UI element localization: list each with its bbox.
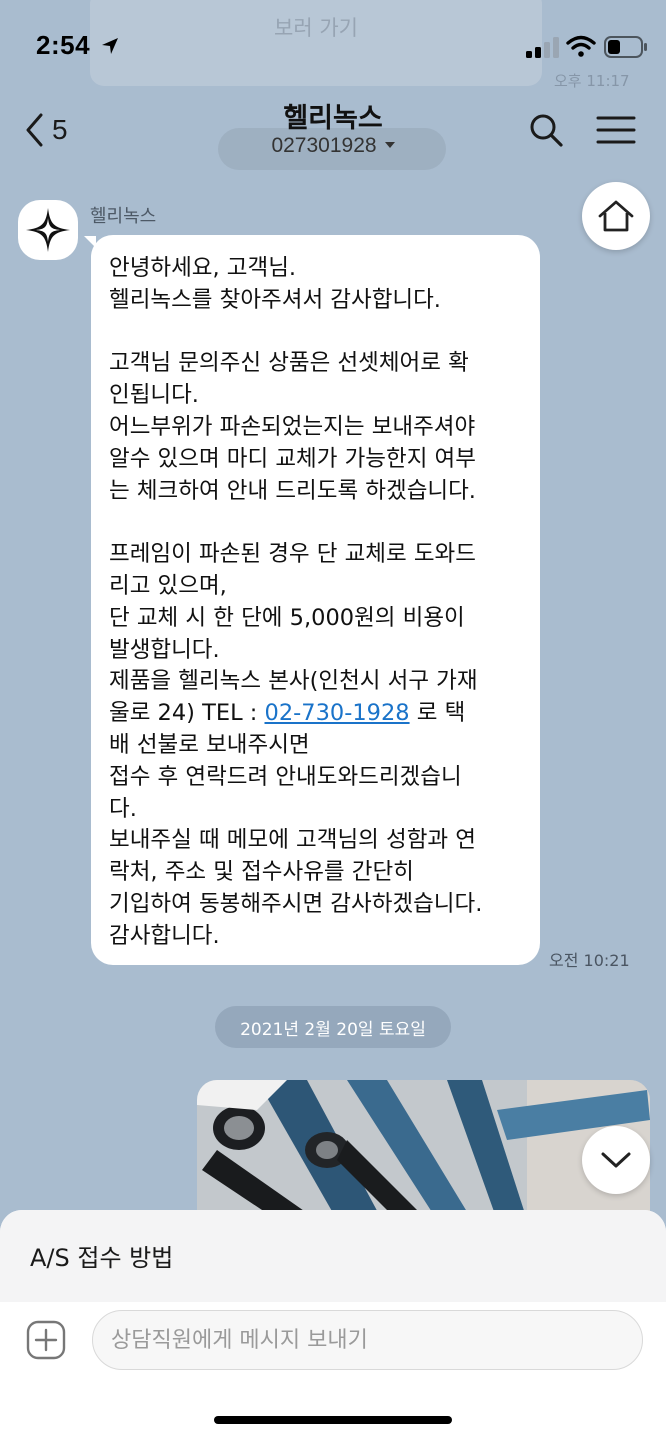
channel-id: 027301928 (271, 134, 377, 157)
message-line: 단 교체 시 한 단에 5,000원의 비용이 (109, 604, 465, 631)
menu-icon[interactable] (596, 112, 636, 148)
battery-icon (604, 36, 647, 58)
message-line: 발생합니다. (109, 636, 220, 663)
home-indicator (214, 1416, 452, 1424)
message-line: 감사합니다. (109, 922, 220, 949)
message-line: 알수 있으며 마디 교체가 가능한지 여부 (109, 445, 476, 472)
message-line: 배 선불로 보내주시면 (109, 731, 310, 758)
home-button[interactable] (582, 182, 650, 250)
address-prefix: 울로 24) TEL : (109, 700, 265, 727)
message-line: 보내주실 때 메모에 고객님의 성함과 연 (109, 827, 476, 854)
message-line: 프레임이 파손된 경우 단 교체로 도와드 (109, 541, 476, 568)
message-line: 는 체크하여 안내 드리도록 하겠습니다. (109, 477, 476, 504)
message-line: 고객님 문의주신 상품은 선셋체어로 확 (109, 350, 469, 377)
message-input[interactable] (92, 1310, 643, 1370)
home-icon (598, 200, 634, 232)
message-timestamp: 오전 10:21 (549, 951, 630, 970)
scroll-down-button[interactable] (582, 1126, 650, 1194)
wifi-icon (566, 35, 596, 57)
message-line: 리고 있으며, (109, 572, 227, 599)
chat-header: 5 헬리녹스 027301928 (0, 88, 666, 178)
date-divider: 2021년 2월 20일 토요일 (215, 1006, 451, 1048)
message-line: 어느부위가 파손되었는지는 보내주셔야 (109, 413, 476, 440)
message-line: 안녕하세요, 고객님. (109, 255, 297, 281)
location-arrow-icon (102, 38, 118, 54)
bottom-panel: A/S 접수 방법 (0, 1210, 666, 1440)
chat-title: 헬리녹스 (283, 103, 383, 134)
message-bubble[interactable]: 안녕하세요, 고객님. 헬리녹스를 찾아주셔서 감사합니다. 고객님 문의주신 … (91, 235, 540, 965)
message-blank-line (109, 317, 522, 349)
message-line: 접수 후 연락드려 안내도와드리겠습니 (109, 763, 462, 790)
address-suffix: 로 택 (409, 700, 466, 727)
message-blank-line (109, 507, 522, 539)
helinox-logo-icon (26, 208, 70, 252)
phone-link[interactable]: 02-730-1928 (265, 700, 410, 726)
plus-icon[interactable] (26, 1320, 66, 1360)
message-line: 제품을 헬리녹스 본사(인천시 서구 가재 (109, 668, 478, 695)
chat-menu-bar[interactable]: A/S 접수 방법 (0, 1210, 666, 1302)
as-guide-menu[interactable]: A/S 접수 방법 (30, 1238, 173, 1273)
search-icon[interactable] (526, 110, 566, 150)
status-bar: 2:54 (0, 0, 666, 96)
chevron-down-icon (601, 1152, 631, 1168)
message-line: 인됩니다. (109, 382, 199, 409)
photo-image (197, 1080, 650, 1220)
message-line: 다. (109, 795, 137, 822)
sent-photo[interactable] (197, 1080, 650, 1220)
signal-icon (526, 37, 559, 58)
message-line-with-phone: 울로 24) TEL : 02-730-1928 로 택 (109, 698, 522, 730)
message-line: 락처, 주소 및 접수사유를 간단히 (109, 859, 414, 886)
channel-id-dropdown[interactable]: 027301928 (0, 134, 666, 158)
sender-avatar[interactable] (18, 200, 78, 260)
caret-down-icon (384, 141, 395, 148)
status-time: 2:54 (36, 30, 91, 60)
sender-name: 헬리녹스 (90, 206, 157, 227)
message-line: 기입하여 동봉해주시면 감사하겠습니다. (109, 890, 483, 917)
message-line: 헬리녹스를 찾아주셔서 감사합니다. (109, 286, 441, 313)
